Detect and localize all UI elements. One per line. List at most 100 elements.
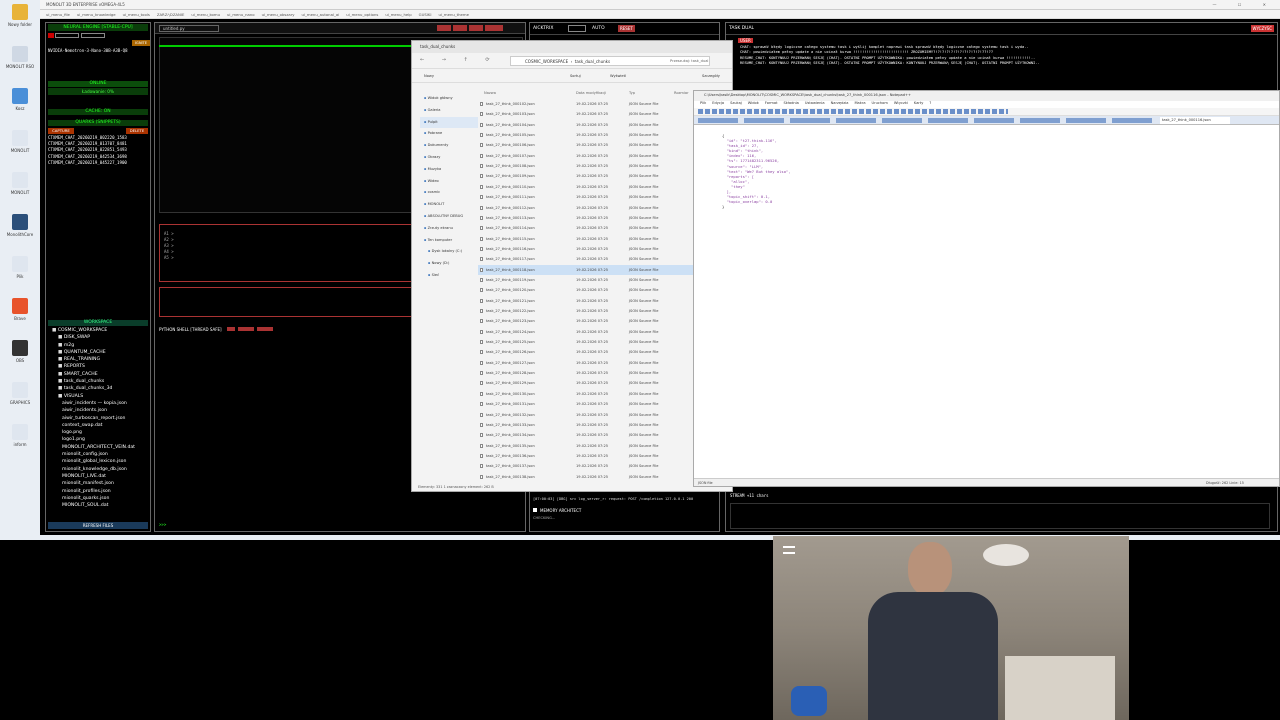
workspace-item[interactable]: context_swap.dat [50, 422, 150, 429]
nav-item[interactable]: ▪ Pobrane [420, 128, 478, 140]
run-icon[interactable] [437, 25, 451, 31]
workspace-item[interactable]: MIONOLIT_LIVE.dat [50, 473, 150, 480]
nav-item[interactable]: ▪ Dysk lokalny (C:) [420, 246, 478, 258]
nav-item[interactable]: ▪ Pulpit [420, 116, 478, 129]
app-menu-item[interactable]: ui_menu_komu [191, 12, 220, 17]
app-menu-item[interactable]: ui_menu_nano [227, 12, 255, 17]
nav-item[interactable]: ▪ Galeria [420, 105, 478, 117]
window-controls[interactable]: — ☐ ✕ [1213, 0, 1276, 10]
workspace-item[interactable]: ■ m2g [50, 342, 150, 349]
workspace-item[interactable]: ■ task_dual_chunks [50, 378, 150, 385]
new-button[interactable]: Nowy [424, 74, 434, 78]
desktop-icon[interactable]: MONOLIT [5, 130, 35, 153]
app-menu-item[interactable]: ui_menu_knowledge [77, 12, 116, 17]
workspace-item[interactable]: ■ REPORTS [50, 363, 150, 370]
view-button[interactable]: Wyświetl [610, 74, 626, 78]
workspace-item[interactable]: ■ task_dual_chunks_3d [50, 385, 150, 392]
desktop-icon[interactable]: inform [5, 424, 35, 447]
col-date[interactable]: Data modyfikacji [576, 91, 606, 95]
workspace-item[interactable]: mionolit_config.json [50, 451, 150, 458]
notepad-menu-item[interactable]: Widok [748, 101, 759, 105]
workspace-item[interactable]: logo.png [50, 429, 150, 436]
nav-item[interactable]: ▪ Nowy (D:) [420, 258, 478, 270]
open-tabs[interactable] [698, 118, 1158, 123]
notepad-menu-item[interactable]: Makra [854, 101, 865, 105]
search-box[interactable]: Przeszukaj: task_dual [670, 59, 708, 63]
app-menu-item[interactable]: GUSIKI [419, 12, 432, 17]
notepad-menu-item[interactable]: Format [765, 101, 778, 105]
nav-item[interactable]: ▪ Zrzuty ekranu [420, 223, 478, 235]
notepad-menu-item[interactable]: Szukaj [730, 101, 742, 105]
desktop-icon[interactable]: MonolithCore [5, 214, 35, 237]
notepad-menu-item[interactable]: Uruchom [872, 101, 888, 105]
notepad-menu-item[interactable]: Karty [914, 101, 924, 105]
clear-icon[interactable] [469, 25, 483, 31]
nav-item[interactable]: ▪ Sieć [420, 270, 478, 282]
workspace-item[interactable]: MIONOLIT_ARCHITECT_VEIN.dat [50, 444, 150, 451]
task-input[interactable] [730, 503, 1270, 529]
code-view[interactable]: { "id": "t27-think-116", "task_id": 27, … [698, 133, 1278, 209]
mode-select[interactable] [568, 25, 586, 32]
capture-button[interactable]: CAPTURE [48, 128, 74, 134]
notepad-menu-item[interactable]: Plik [700, 101, 706, 105]
desktop-icon[interactable]: GRAPHICS [5, 382, 35, 405]
quark-item[interactable]: CTXMEM_CHAT_20260219_045227_1900 [48, 160, 150, 166]
nav-item[interactable]: ▪ Muzyka [420, 164, 478, 176]
workspace-item[interactable]: ■ SMART_CACHE [50, 371, 150, 378]
editor-tab[interactable]: untitled.py [159, 25, 219, 32]
shell-run-icon[interactable] [226, 327, 235, 331]
sort-button[interactable]: Sortuj [570, 74, 581, 78]
notepad-menu-item[interactable]: Narzędzia [831, 101, 849, 105]
workspace-item[interactable]: MIONOLIT_SOUL.dat [50, 502, 150, 509]
app-menu-item[interactable]: ui_menu_autonal_ai [302, 12, 340, 17]
nav-item[interactable]: ▪ Wideo [420, 176, 478, 188]
active-tab[interactable]: task_27_think_000116.json [1160, 117, 1230, 124]
desktop-icon[interactable]: Nowy folder [5, 4, 35, 27]
workspace-item[interactable]: mionolit_profiles.json [50, 488, 150, 495]
notepad-menu-item[interactable]: Ustawienia [805, 101, 825, 105]
nav-item[interactable]: ▪ cosmic [420, 187, 478, 199]
reset-button[interactable]: RESET [618, 25, 635, 32]
export-icon[interactable] [485, 25, 503, 31]
app-menu-item[interactable]: ui_menu_options [346, 12, 378, 17]
desktop-icon[interactable]: MONOLIT RSO [5, 46, 35, 69]
refresh-files-button[interactable]: REFRESH FILES [48, 522, 148, 529]
nav-item[interactable]: ▪ Dokumenty [420, 140, 478, 152]
workspace-item[interactable]: mionolit_manifest.json [50, 480, 150, 487]
desktop-icon[interactable]: MONOLIT [5, 172, 35, 195]
shell-clear-icon[interactable] [257, 327, 274, 331]
col-size[interactable]: Rozmiar [674, 91, 689, 95]
desktop-icon[interactable]: Kosz [5, 88, 35, 111]
desktop-icon[interactable]: OBS [5, 340, 35, 363]
save-icon[interactable] [453, 25, 467, 31]
col-type[interactable]: Typ [629, 91, 635, 95]
nav-item[interactable]: ▪ MONOLIT [420, 199, 478, 211]
notepad-menu-item[interactable]: ? [929, 101, 931, 105]
workspace-item[interactable]: mionolit_quarks.json [50, 495, 150, 502]
desktop-icon[interactable]: Brave [5, 298, 35, 321]
nav-item[interactable]: ▪ Widok główny [420, 93, 478, 105]
app-menu-item[interactable]: ZARZĄDZANIE [157, 12, 185, 17]
nav-item[interactable]: ▪ Obrazy [420, 152, 478, 164]
wyczysc-button[interactable]: WYCZYŚĆ [1250, 25, 1274, 32]
notepad-menu-item[interactable]: Wtyczki [894, 101, 908, 105]
app-menu-item[interactable]: ui_menu_tools [123, 12, 150, 17]
ctx-field[interactable] [55, 33, 79, 38]
workspace-item[interactable]: ■ QUANTUM_CACHE [50, 349, 150, 356]
notepad-menu-item[interactable]: Składnia [784, 101, 799, 105]
workspace-item[interactable]: mionolit_global_lexicon.json [50, 458, 150, 465]
app-menu-item[interactable]: ui_menu_file [46, 12, 70, 17]
delete-button[interactable]: DELETE [126, 128, 148, 134]
workspace-item[interactable]: ■ COSMIC_WORKSPACE [50, 327, 150, 334]
nav-item[interactable]: ▪ ABSOLUTNY DEBUG [420, 211, 478, 223]
notepad-menu-item[interactable]: Edycja [712, 101, 724, 105]
desktop-icon[interactable]: Plik [5, 256, 35, 279]
app-menu-item[interactable]: ui_menu_theme [439, 12, 469, 17]
auto-toggle[interactable]: AUTO [592, 26, 605, 31]
toolbar-icons[interactable] [698, 109, 1008, 114]
nav-arrows-icon[interactable]: ← → ↑ ⟳ [420, 57, 498, 63]
workspace-item[interactable]: ■ DISK_SWAP [50, 334, 150, 341]
col-name[interactable]: Nazwa [484, 91, 496, 95]
nav-item[interactable]: ▪ Ten komputer [420, 235, 478, 247]
workspace-item[interactable]: mionolit_knowledge_db.json [50, 466, 150, 473]
